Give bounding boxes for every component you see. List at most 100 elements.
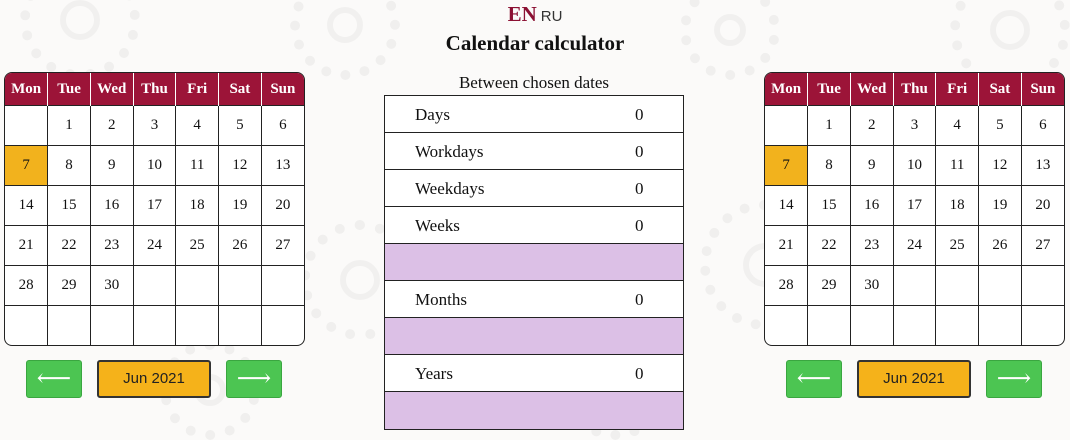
calendar-day[interactable]: 4 [175, 105, 220, 146]
calendar-day[interactable]: 15 [47, 185, 91, 226]
calendar-day[interactable]: 28 [5, 265, 49, 306]
calendar-day[interactable]: 12 [218, 145, 262, 186]
calendar-day[interactable]: 19 [978, 185, 1022, 226]
result-row: Months 0 [385, 281, 683, 318]
calendar-day[interactable]: 15 [807, 185, 851, 226]
weekday-label: Tue [807, 73, 851, 106]
end-prev-month-button[interactable]: ⟵ [786, 360, 842, 398]
calendar-week-row: 7 8 9 10 11 12 13 [5, 145, 304, 186]
calendar-day[interactable]: 14 [765, 185, 809, 226]
calendar-week-row: 21 22 23 24 25 26 27 [5, 225, 304, 266]
calendar-week-row [5, 305, 304, 345]
calendar-day[interactable]: 14 [5, 185, 49, 226]
calendar-day[interactable]: 1 [807, 105, 851, 146]
calendar-day[interactable]: 21 [5, 225, 49, 266]
calendar-day[interactable]: 10 [133, 145, 177, 186]
page-title: Calendar calculator [445, 31, 625, 55]
calendar-day[interactable]: 9 [850, 145, 894, 186]
calendar-day[interactable]: 1 [47, 105, 91, 146]
lang-en-link[interactable]: EN [508, 2, 537, 26]
calendar-day[interactable]: 5 [978, 105, 1022, 146]
result-label: Years [415, 364, 453, 383]
result-row: Workdays 0 [385, 133, 683, 170]
calendar-empty-cell [218, 265, 262, 306]
calendar-day[interactable]: 30 [850, 265, 894, 306]
weekday-label: Thu [893, 73, 937, 106]
start-prev-month-button[interactable]: ⟵ [26, 360, 82, 398]
start-next-month-button[interactable]: ⟶ [226, 360, 282, 398]
result-row: Weekdays 0 [385, 170, 683, 207]
calendar-empty-cell [978, 265, 1022, 306]
calendar-day[interactable]: 9 [90, 145, 134, 186]
calendar-empty-cell [978, 305, 1022, 345]
calendar-day[interactable]: 25 [175, 225, 220, 266]
calendar-day[interactable]: 18 [935, 185, 980, 226]
calendar-day[interactable]: 16 [850, 185, 894, 226]
results-caption: Between chosen dates [458, 73, 610, 92]
result-spacer-row [385, 244, 683, 281]
calendar-day[interactable]: 13 [261, 145, 304, 186]
calendar-day[interactable]: 24 [133, 225, 177, 266]
calendar-empty-cell [175, 305, 220, 345]
calendar-empty-cell [1021, 305, 1064, 345]
calendar-day[interactable]: 8 [47, 145, 91, 186]
calendar-empty-cell [261, 265, 304, 306]
result-label: Months [415, 290, 467, 309]
calendar-day[interactable]: 22 [47, 225, 91, 266]
calendar-day[interactable]: 26 [978, 225, 1022, 266]
calendar-day[interactable]: 20 [1021, 185, 1064, 226]
calendar-day[interactable]: 17 [133, 185, 177, 226]
calendar-day[interactable]: 3 [893, 105, 937, 146]
calendar-day[interactable]: 27 [1021, 225, 1064, 266]
weekday-label: Sun [1021, 73, 1064, 106]
weekday-label: Sat [978, 73, 1022, 106]
calendar-day[interactable]: 10 [893, 145, 937, 186]
weekday-label: Sat [218, 73, 262, 106]
calendar-day[interactable]: 11 [175, 145, 220, 186]
calendar-empty-cell [218, 305, 262, 345]
calendar-day[interactable]: 4 [935, 105, 980, 146]
calendar-empty-cell [133, 305, 177, 345]
calendar-day[interactable]: 24 [893, 225, 937, 266]
calendar-day[interactable]: 21 [765, 225, 809, 266]
calendar-day[interactable]: 27 [261, 225, 304, 266]
calendar-day[interactable]: 13 [1021, 145, 1064, 186]
calendar-day[interactable]: 6 [261, 105, 304, 146]
calendar-day[interactable]: 6 [1021, 105, 1064, 146]
calendar-day[interactable]: 29 [47, 265, 91, 306]
calendar-day[interactable]: 22 [807, 225, 851, 266]
calendar-day[interactable]: 18 [175, 185, 220, 226]
calendar-day[interactable]: 8 [807, 145, 851, 186]
calendar-day[interactable]: 29 [807, 265, 851, 306]
lang-ru-link[interactable]: RU [541, 8, 563, 25]
calendar-empty-cell [807, 305, 851, 345]
calendar-day[interactable]: 7 [765, 145, 809, 186]
calendar-week-row: 14 15 16 17 18 19 20 [765, 185, 1064, 226]
calendar-day[interactable]: 16 [90, 185, 134, 226]
calendar-day[interactable]: 12 [978, 145, 1022, 186]
calendar-day[interactable]: 30 [90, 265, 134, 306]
calendar-day[interactable]: 19 [218, 185, 262, 226]
calendar-day[interactable]: 5 [218, 105, 262, 146]
calendar-week-row: 123456 [765, 105, 1064, 146]
calendar-day[interactable]: 28 [765, 265, 809, 306]
calendar-empty-cell [47, 305, 91, 345]
start-month-selector[interactable]: Jun 2021 [97, 360, 211, 398]
calendar-day[interactable]: 17 [893, 185, 937, 226]
calendar-day[interactable]: 2 [90, 105, 134, 146]
calendar-day[interactable]: 2 [850, 105, 894, 146]
calendar-day[interactable]: 11 [935, 145, 980, 186]
result-row: Weeks 0 [385, 207, 683, 244]
calendar-day[interactable]: 3 [133, 105, 177, 146]
calendar-day[interactable]: 23 [850, 225, 894, 266]
calendar-day[interactable]: 20 [261, 185, 304, 226]
calendar-day[interactable]: 7 [5, 145, 49, 186]
weekday-label: Mon [5, 73, 49, 106]
calendar-day[interactable]: 23 [90, 225, 134, 266]
end-next-month-button[interactable]: ⟶ [986, 360, 1042, 398]
result-spacer-row [385, 392, 683, 429]
weekday-label: Tue [47, 73, 91, 106]
end-month-selector[interactable]: Jun 2021 [857, 360, 971, 398]
calendar-day[interactable]: 26 [218, 225, 262, 266]
calendar-day[interactable]: 25 [935, 225, 980, 266]
